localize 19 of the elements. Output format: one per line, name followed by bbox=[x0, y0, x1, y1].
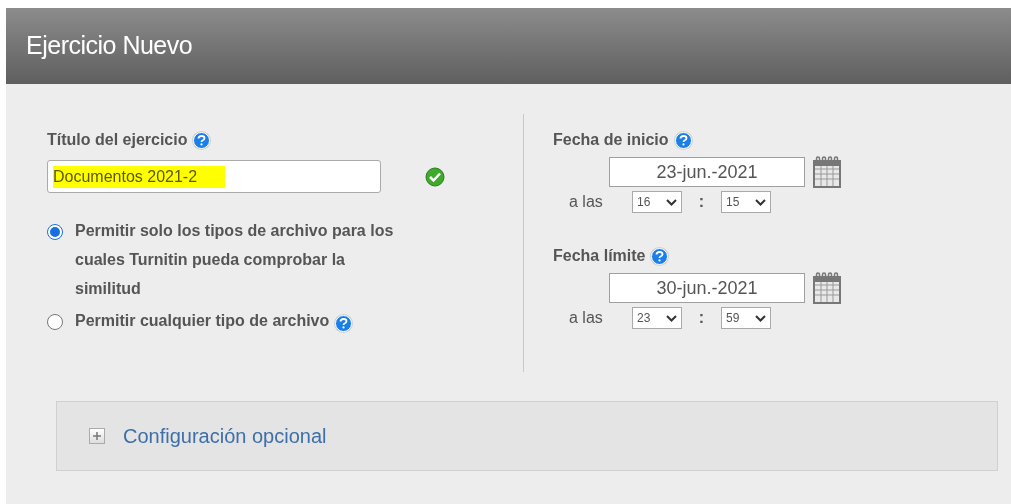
input-value: Documentos 2021-2 bbox=[53, 165, 226, 188]
radio-label: Permitir cualquier tipo de archivo bbox=[75, 311, 330, 331]
time-label: a las bbox=[569, 308, 604, 328]
date-field[interactable]: 23-jun.-2021 bbox=[609, 157, 805, 187]
time-select[interactable]: 16 bbox=[632, 191, 682, 213]
section-link[interactable]: Configuración opcional bbox=[123, 421, 327, 451]
time-separator: : bbox=[697, 308, 706, 328]
time-select[interactable]: 23 bbox=[632, 307, 682, 329]
time-select[interactable]: 59 bbox=[721, 307, 771, 329]
field-label: Título del ejercicio bbox=[47, 130, 188, 150]
time-label: a las bbox=[569, 192, 604, 212]
time-select[interactable]: 15 bbox=[721, 191, 771, 213]
input-field[interactable]: Documentos 2021-2 bbox=[47, 160, 381, 193]
radio-label: Permitir solo los tipos de archivo para los cuales Turnitin pueda comprobar la similitud bbox=[75, 221, 395, 299]
date-field[interactable]: 30-jun.-2021 bbox=[609, 273, 805, 303]
page-title: Ejercicio Nuevo bbox=[26, 30, 193, 62]
time-separator: : bbox=[697, 192, 706, 212]
field-label: Fecha límite bbox=[553, 246, 646, 266]
field-label: Fecha de inicio bbox=[553, 130, 669, 150]
